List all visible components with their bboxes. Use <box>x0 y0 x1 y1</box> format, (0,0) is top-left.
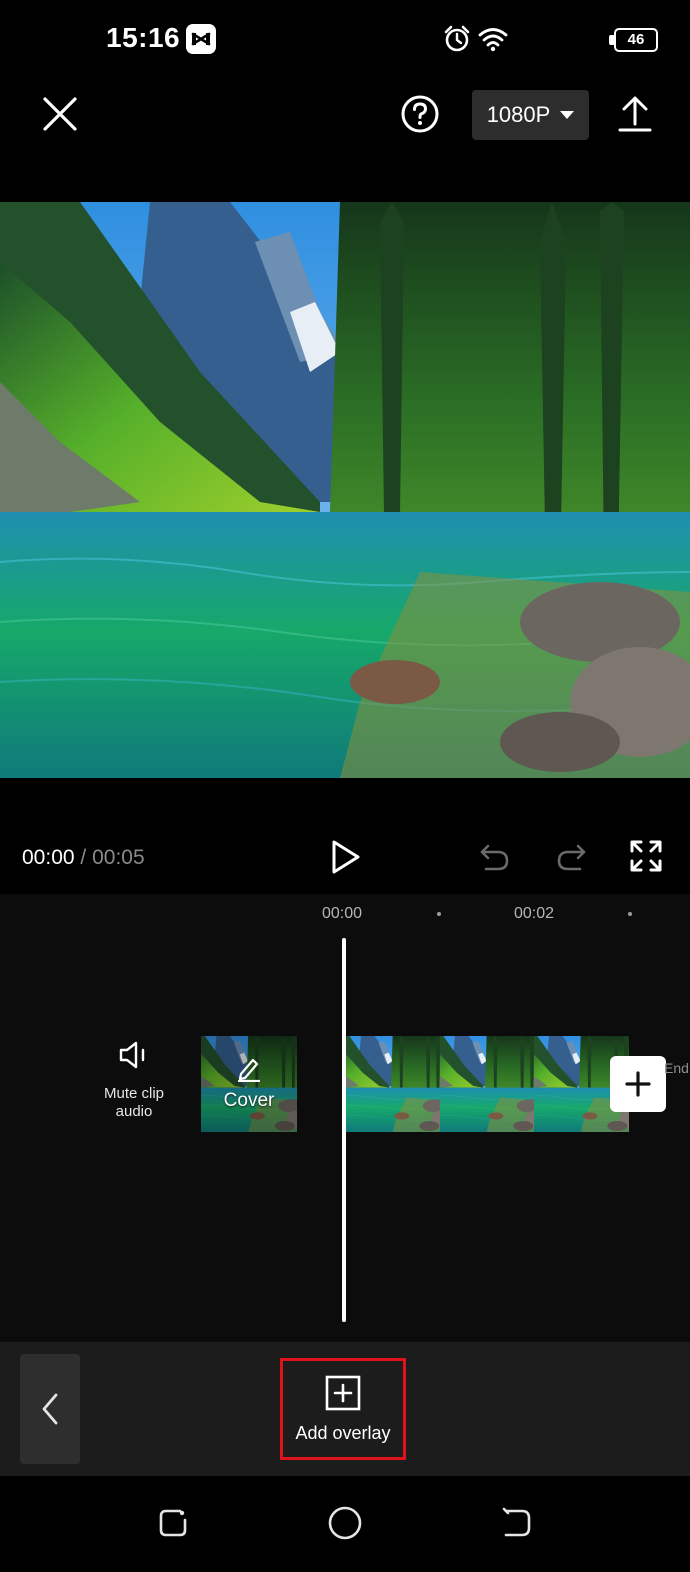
ruler-time-1: 00:02 <box>514 905 555 922</box>
alarm-icon <box>442 24 472 59</box>
status-bar <box>0 0 690 80</box>
video-preview[interactable] <box>0 202 690 778</box>
wifi-icon <box>478 24 508 59</box>
chevron-left-icon <box>42 1393 58 1425</box>
cover-label: Cover <box>223 1090 275 1111</box>
undo-icon[interactable] <box>478 840 512 879</box>
back-icon[interactable] <box>500 1506 534 1545</box>
status-clock: 15:16 <box>106 22 181 53</box>
ruler-tick <box>628 912 632 916</box>
add-overlay-button[interactable]: Add overlay <box>280 1358 406 1460</box>
mute-clip-audio-label: Mute clip audio <box>103 1085 165 1120</box>
redo-icon[interactable] <box>554 840 588 879</box>
add-clip-button[interactable] <box>610 1056 666 1112</box>
edit-pencil-icon <box>237 1056 261 1087</box>
upload-icon[interactable] <box>616 94 654 139</box>
preview-image <box>0 202 690 778</box>
clip-frame[interactable] <box>346 1036 441 1132</box>
end-marker: End <box>664 1060 689 1076</box>
home-icon[interactable] <box>326 1504 364 1547</box>
tools-back-button[interactable] <box>20 1354 80 1464</box>
resolution-dropdown[interactable]: 1080P <box>472 90 589 140</box>
add-overlay-label: Add overlay <box>295 1422 391 1443</box>
plus-icon <box>625 1071 651 1097</box>
fullscreen-icon[interactable] <box>628 838 664 879</box>
close-icon[interactable] <box>40 94 80 139</box>
mute-clip-audio-button[interactable]: Mute clip audio <box>96 1040 172 1121</box>
battery-icon: 46 <box>614 28 658 52</box>
playhead[interactable] <box>342 938 346 1322</box>
capcut-icon <box>186 24 216 54</box>
ruler-time-0: 00:00 <box>322 905 363 922</box>
clip-frame[interactable] <box>440 1036 535 1132</box>
time-separator: / <box>80 846 87 869</box>
play-icon[interactable] <box>328 838 362 881</box>
recents-icon[interactable] <box>156 1506 190 1545</box>
resolution-label: 1080P <box>486 102 551 127</box>
caret-down-icon <box>560 111 575 119</box>
time-readout: 00:00 / 00:05 <box>22 846 145 870</box>
ruler-tick <box>437 912 441 916</box>
add-overlay-icon <box>325 1375 361 1410</box>
current-time: 00:00 <box>22 846 75 869</box>
speaker-icon <box>119 1041 145 1069</box>
cover-button[interactable] <box>201 1036 297 1132</box>
help-icon[interactable] <box>400 94 440 139</box>
total-time: 00:05 <box>92 846 145 869</box>
